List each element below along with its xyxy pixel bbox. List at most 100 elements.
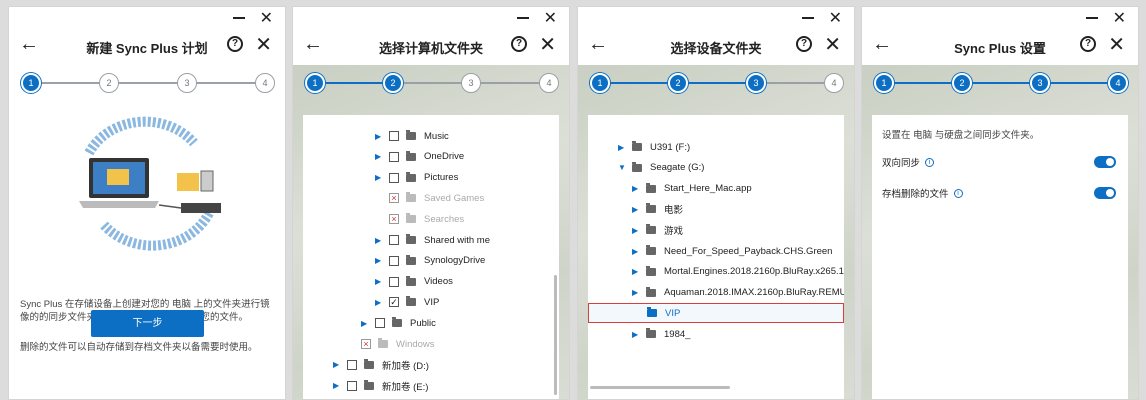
device-tree-item[interactable]: ▶ Start_Here_Mac.app bbox=[632, 179, 752, 199]
window-close-button[interactable]: ✕ bbox=[544, 8, 557, 28]
checkbox: × bbox=[361, 339, 371, 349]
tree-item[interactable]: ▶ Public bbox=[361, 313, 436, 333]
window-close-button[interactable]: ✕ bbox=[260, 8, 273, 28]
expand-arrow-icon[interactable]: ▶ bbox=[375, 236, 383, 245]
expand-arrow-icon[interactable]: ▶ bbox=[632, 267, 640, 276]
close-icon[interactable]: ✕ bbox=[1108, 32, 1125, 57]
two-way-sync-toggle[interactable] bbox=[1094, 156, 1116, 168]
device-tree-item[interactable]: ▶ Aquaman.2018.IMAX.2160p.BluRay.REMUX.H bbox=[632, 283, 844, 303]
collapse-arrow-icon[interactable]: ▼ bbox=[618, 163, 626, 172]
panel-device-folders: ✕ ← 选择设备文件夹 ? ✕ 1 2 3 4 ▶ U391 (F:) ▼ Seaga… bbox=[577, 6, 855, 400]
expand-arrow-icon[interactable]: ▶ bbox=[375, 132, 383, 141]
device-tree-item[interactable]: ▶ 电影 bbox=[632, 199, 683, 219]
tree-item[interactable]: × Searches bbox=[375, 209, 464, 229]
tree-item[interactable]: ▶ Pictures bbox=[375, 168, 458, 188]
checkbox[interactable] bbox=[347, 359, 357, 370]
tree-item[interactable]: ▶ 新加卷 (E:) bbox=[333, 376, 428, 396]
window-close-button[interactable]: ✕ bbox=[1113, 8, 1126, 28]
checkbox[interactable] bbox=[389, 151, 399, 162]
info-icon[interactable]: i bbox=[953, 188, 963, 198]
tree-item-label: VIP bbox=[424, 296, 440, 308]
checkbox[interactable]: ✓ bbox=[389, 297, 399, 308]
device-tree-item[interactable]: VIP bbox=[588, 303, 844, 324]
checkbox[interactable] bbox=[389, 276, 399, 287]
info-icon[interactable]: i bbox=[925, 157, 935, 167]
titlebar: ✕ bbox=[293, 7, 569, 29]
setting-label: 存档删除的文件 bbox=[882, 189, 949, 200]
expand-arrow-icon[interactable]: ▶ bbox=[333, 360, 341, 369]
tree-item[interactable]: × Saved Games bbox=[375, 188, 484, 208]
titlebar: ✕ bbox=[862, 7, 1138, 29]
device-tree-item[interactable]: ▶ 游戏 bbox=[632, 220, 683, 240]
folder-icon bbox=[406, 234, 416, 244]
next-button[interactable]: 下一步 bbox=[91, 310, 204, 337]
settings-box: 设置在 电脑 与硬盘之间同步文件夹。 双向同步 i 存档删除的文件 i bbox=[872, 115, 1128, 399]
step-line bbox=[31, 82, 271, 84]
setting-two-way-sync: 双向同步 i bbox=[882, 153, 1116, 171]
tree-item[interactable]: ▶ ✓ VIP bbox=[375, 292, 439, 312]
step-line-done bbox=[884, 82, 1124, 84]
checkbox[interactable] bbox=[389, 255, 399, 266]
expand-arrow-icon[interactable]: ▶ bbox=[632, 330, 640, 339]
folder-icon bbox=[406, 130, 416, 140]
expand-arrow-icon[interactable]: ▶ bbox=[618, 143, 626, 152]
help-icon[interactable]: ? bbox=[511, 36, 527, 52]
window-close-button[interactable]: ✕ bbox=[829, 8, 842, 28]
checkbox[interactable] bbox=[389, 131, 399, 141]
checkbox[interactable] bbox=[389, 235, 399, 245]
step-4: 4 bbox=[824, 73, 844, 93]
tree-item[interactable]: ▶ Shared with me bbox=[375, 230, 490, 250]
close-icon[interactable]: ✕ bbox=[539, 32, 556, 57]
expand-arrow-icon[interactable]: ▶ bbox=[632, 226, 640, 235]
tree-item-label: Public bbox=[410, 317, 436, 329]
expand-arrow-icon[interactable]: ▶ bbox=[632, 247, 640, 256]
device-tree-item[interactable]: ▶ Need_For_Speed_Payback.CHS.Green bbox=[632, 241, 832, 261]
header: ← 新建 Sync Plus 计划 ? ✕ bbox=[9, 29, 285, 63]
folder-icon bbox=[646, 265, 656, 276]
close-icon[interactable]: ✕ bbox=[255, 32, 272, 57]
tree-item[interactable]: ▶ Videos bbox=[375, 272, 453, 292]
device-tree-item[interactable]: ▶ Mortal.Engines.2018.2160p.BluRay.x265.1… bbox=[632, 262, 844, 282]
expand-arrow-icon[interactable]: ▶ bbox=[361, 319, 369, 328]
folder-icon bbox=[406, 150, 416, 161]
help-icon[interactable]: ? bbox=[227, 36, 243, 52]
archive-deleted-toggle[interactable] bbox=[1094, 187, 1116, 199]
expand-arrow-icon[interactable]: ▶ bbox=[375, 173, 383, 182]
page-title: 选择设备文件夹 bbox=[670, 41, 762, 56]
device-tree-item[interactable]: ▶ U391 (F:) bbox=[618, 137, 690, 157]
step-2: 2 bbox=[99, 73, 119, 93]
tree-item-label: Start_Here_Mac.app bbox=[664, 183, 752, 195]
tree-item[interactable]: × Windows bbox=[347, 334, 435, 354]
folder-icon bbox=[646, 224, 656, 235]
minimize-button[interactable] bbox=[802, 17, 814, 19]
help-icon[interactable]: ? bbox=[796, 36, 812, 52]
minimize-button[interactable] bbox=[233, 17, 245, 19]
expand-arrow-icon[interactable]: ▶ bbox=[375, 256, 383, 265]
step-4: 4 bbox=[255, 73, 275, 93]
checkbox[interactable] bbox=[375, 318, 385, 329]
checkbox[interactable] bbox=[389, 172, 399, 183]
device-tree-item[interactable]: ▶ 1984_ bbox=[632, 324, 690, 344]
tree-item[interactable]: ▶ SynologyDrive bbox=[375, 251, 485, 271]
checkbox[interactable] bbox=[347, 380, 357, 391]
expand-arrow-icon[interactable]: ▶ bbox=[375, 152, 383, 161]
expand-arrow-icon[interactable]: ▶ bbox=[375, 298, 383, 307]
expand-arrow-icon[interactable]: ▶ bbox=[375, 277, 383, 286]
tree-item[interactable]: ▶ 新加卷 (D:) bbox=[333, 355, 429, 375]
expand-arrow-icon[interactable]: ▶ bbox=[632, 184, 640, 193]
minimize-button[interactable] bbox=[517, 17, 529, 19]
minimize-button[interactable] bbox=[1086, 17, 1098, 19]
tree-item[interactable]: ▶ OneDrive bbox=[375, 147, 464, 167]
panel-computer-folders: ✕ ← 选择计算机文件夹 ? ✕ 1 2 3 4 ▶ Music ▶ OneDrive… bbox=[292, 6, 570, 400]
expand-arrow-icon[interactable]: ▶ bbox=[333, 381, 341, 390]
expand-arrow-icon[interactable]: ▶ bbox=[632, 205, 640, 214]
help-icon[interactable]: ? bbox=[1080, 36, 1096, 52]
vertical-scrollbar[interactable] bbox=[554, 275, 557, 395]
device-tree-item[interactable]: ▼ Seagate (G:) bbox=[618, 158, 704, 178]
expand-arrow-icon[interactable]: ▶ bbox=[632, 288, 640, 297]
close-icon[interactable]: ✕ bbox=[824, 32, 841, 57]
horizontal-scrollbar[interactable] bbox=[590, 386, 730, 389]
step-1: 1 bbox=[874, 73, 894, 93]
settings-description: 设置在 电脑 与硬盘之间同步文件夹。 bbox=[882, 130, 1040, 141]
tree-item[interactable]: ▶ Music bbox=[375, 126, 449, 146]
